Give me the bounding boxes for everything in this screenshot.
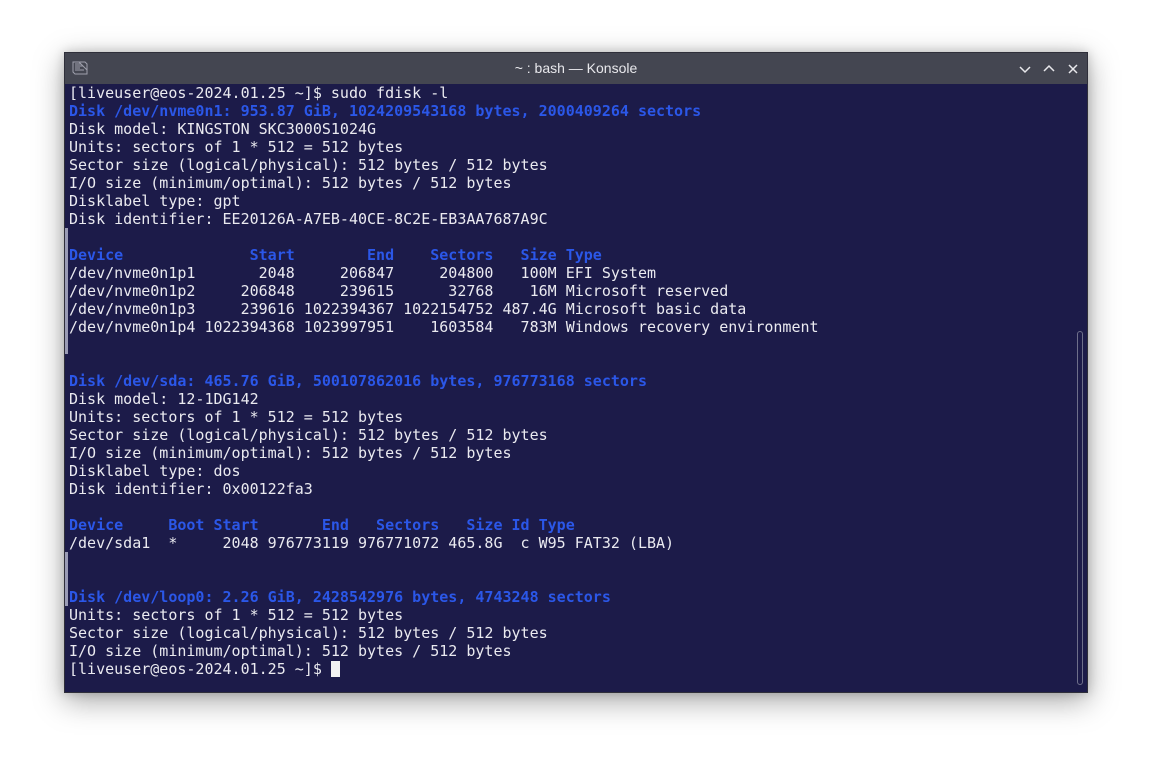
- terminal-line: Units: sectors of 1 * 512 = 512 bytes: [69, 138, 1071, 156]
- minimize-button[interactable]: [1015, 59, 1035, 79]
- terminal-line-text: [liveuser@eos-2024.01.25 ~]$ sudo fdisk …: [69, 84, 449, 102]
- terminal-line-text: /dev/nvme0n1p2 206848 239615 32768 16M M…: [69, 282, 729, 300]
- terminal-line: Disk /dev/nvme0n1: 953.87 GiB, 102420954…: [69, 102, 1071, 120]
- terminal-line-text: Disklabel type: gpt: [69, 192, 241, 210]
- scrollbar[interactable]: [1071, 84, 1087, 692]
- terminal-line-text: Disk /dev/nvme0n1: 953.87 GiB, 102420954…: [69, 102, 702, 120]
- search-mark: [65, 228, 68, 354]
- terminal-line-text: Units: sectors of 1 * 512 = 512 bytes: [69, 606, 404, 624]
- chevron-up-icon: [1043, 64, 1055, 72]
- title-bar[interactable]: ~ : bash — Konsole: [65, 53, 1087, 84]
- terminal-line-text: Sector size (logical/physical): 512 byte…: [69, 426, 548, 444]
- terminal-line: Disk model: KINGSTON SKC3000S1024G: [69, 120, 1071, 138]
- terminal-line: Disk /dev/sda: 465.76 GiB, 500107862016 …: [69, 372, 1071, 390]
- terminal-line-text: I/O size (minimum/optimal): 512 bytes / …: [69, 174, 512, 192]
- terminal-line-text: /dev/sda1 * 2048 976773119 976771072 465…: [69, 534, 675, 552]
- terminal-line: /dev/sda1 * 2048 976773119 976771072 465…: [69, 534, 1071, 552]
- terminal-line-text: Device Boot Start End Sectors Size Id Ty…: [69, 516, 575, 534]
- window-title: ~ : bash — Konsole: [514, 60, 638, 76]
- terminal-line-text: Units: sectors of 1 * 512 = 512 bytes: [69, 408, 404, 426]
- terminal-line: I/O size (minimum/optimal): 512 bytes / …: [69, 444, 1071, 462]
- close-icon: [1068, 64, 1078, 74]
- shell-prompt: [liveuser@eos-2024.01.25 ~]$: [69, 660, 331, 678]
- terminal-line-text: Disklabel type: dos: [69, 462, 241, 480]
- terminal-line-text: Device Start End Sectors Size Type: [69, 246, 602, 264]
- terminal-line: Units: sectors of 1 * 512 = 512 bytes: [69, 606, 1071, 624]
- terminal-line-text: Disk model: 12-1DG142: [69, 390, 259, 408]
- search-mark: [65, 552, 68, 606]
- terminal-line: Disk identifier: EE20126A-A7EB-40CE-8C2E…: [69, 210, 1071, 228]
- terminal-line: /dev/nvme0n1p2 206848 239615 32768 16M M…: [69, 282, 1071, 300]
- terminal-line: Units: sectors of 1 * 512 = 512 bytes: [69, 408, 1071, 426]
- terminal-line: Sector size (logical/physical): 512 byte…: [69, 624, 1071, 642]
- scrollbar-handle[interactable]: [1077, 331, 1083, 685]
- terminal-line-text: Sector size (logical/physical): 512 byte…: [69, 156, 548, 174]
- terminal-line: Device Boot Start End Sectors Size Id Ty…: [69, 516, 1071, 534]
- terminal-line: [liveuser@eos-2024.01.25 ~]$: [69, 660, 1071, 678]
- terminal-line-text: /dev/nvme0n1p1 2048 206847 204800 100M E…: [69, 264, 656, 282]
- terminal-line-text: Disk /dev/sda: 465.76 GiB, 500107862016 …: [69, 372, 647, 390]
- terminal-line-text: I/O size (minimum/optimal): 512 bytes / …: [69, 642, 512, 660]
- terminal-line: /dev/nvme0n1p4 1022394368 1023997951 160…: [69, 318, 1071, 336]
- terminal-line-text: Disk identifier: EE20126A-A7EB-40CE-8C2E…: [69, 210, 548, 228]
- terminal-line: Sector size (logical/physical): 512 byte…: [69, 426, 1071, 444]
- terminal-line-text: Disk /dev/loop0: 2.26 GiB, 2428542976 by…: [69, 588, 611, 606]
- terminal-line: /dev/nvme0n1p3 239616 1022394367 1022154…: [69, 300, 1071, 318]
- terminal-lines: [liveuser@eos-2024.01.25 ~]$ sudo fdisk …: [69, 84, 1071, 678]
- chevron-down-icon: [1019, 66, 1031, 74]
- terminal-line: Disk identifier: 0x00122fa3: [69, 480, 1071, 498]
- terminal-line-text: Disk identifier: 0x00122fa3: [69, 480, 313, 498]
- terminal-line-text: I/O size (minimum/optimal): 512 bytes / …: [69, 444, 512, 462]
- terminal-line-text: /dev/nvme0n1p4 1022394368 1023997951 160…: [69, 318, 819, 336]
- terminal-line: Disklabel type: dos: [69, 462, 1071, 480]
- terminal-line-text: Units: sectors of 1 * 512 = 512 bytes: [69, 138, 404, 156]
- terminal-line: I/O size (minimum/optimal): 512 bytes / …: [69, 174, 1071, 192]
- terminal-line-text: Disk model: KINGSTON SKC3000S1024G: [69, 120, 377, 138]
- terminal-line: Device Start End Sectors Size Type: [69, 246, 1071, 264]
- terminal-line: Disk /dev/loop0: 2.26 GiB, 2428542976 by…: [69, 588, 1071, 606]
- terminal-line: Disklabel type: gpt: [69, 192, 1071, 210]
- maximize-button[interactable]: [1039, 59, 1059, 79]
- terminal-output[interactable]: [liveuser@eos-2024.01.25 ~]$ sudo fdisk …: [65, 84, 1071, 692]
- terminal-line-text: Sector size (logical/physical): 512 byte…: [69, 624, 548, 642]
- close-button[interactable]: [1063, 59, 1083, 79]
- text-cursor: [330, 661, 340, 677]
- konsole-window: ~ : bash — Konsole [liveuser@eos-2024.01…: [64, 52, 1088, 693]
- terminal-line: I/O size (minimum/optimal): 512 bytes / …: [69, 642, 1071, 660]
- terminal-line: /dev/nvme0n1p1 2048 206847 204800 100M E…: [69, 264, 1071, 282]
- terminal-line-text: /dev/nvme0n1p3 239616 1022394367 1022154…: [69, 300, 747, 318]
- terminal-line: [liveuser@eos-2024.01.25 ~]$ sudo fdisk …: [69, 84, 1071, 102]
- terminal-line: Sector size (logical/physical): 512 byte…: [69, 156, 1071, 174]
- terminal-line: Disk model: 12-1DG142: [69, 390, 1071, 408]
